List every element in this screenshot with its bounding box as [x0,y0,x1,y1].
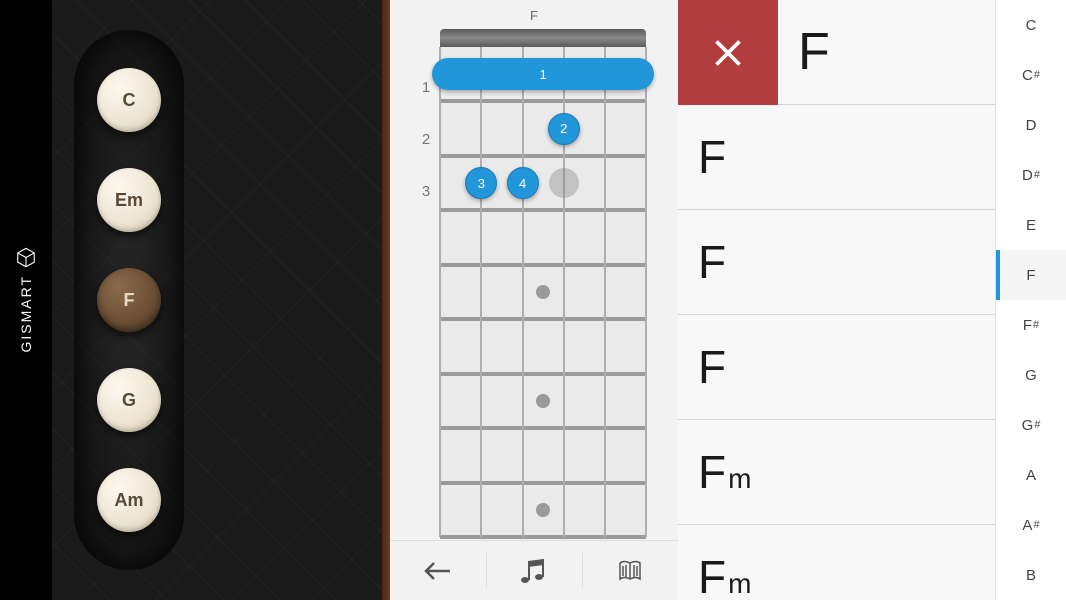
fret-line [440,99,646,103]
root-note-csharp[interactable]: C# [996,50,1066,100]
root-note-e[interactable]: E [996,200,1066,250]
fret-marker [536,285,550,299]
close-button[interactable] [678,0,778,105]
fret-line [440,208,646,212]
root-note-c[interactable]: C [996,0,1066,50]
brand-rail: GISMART [0,0,52,600]
chord-peg-holder: C Em FG Am [74,30,184,570]
fretboard-wrap: 123 1234 [422,29,646,537]
root-note-fsharp[interactable]: F# [996,300,1066,350]
finger-dot: 3 [465,167,497,199]
fret-line [440,535,646,539]
finger-dot: 4 [507,167,539,199]
chord-peg-c[interactable]: C [97,68,161,132]
root-note-gsharp[interactable]: G# [996,400,1066,450]
fretboard-body: 1234 [440,47,646,537]
string-line [439,47,441,537]
chord-diagram-panel: F 123 1234 [390,0,678,600]
variation-item[interactable]: F [678,105,995,210]
variation-item[interactable]: F [678,210,995,315]
variations-list: FFFFmFm [678,105,995,600]
root-note-a[interactable]: A [996,450,1066,500]
variation-item[interactable]: Fm [678,420,995,525]
diagram-toolbar [390,540,678,600]
string-line [522,47,524,537]
fret-number: 2 [422,113,430,165]
variation-item[interactable]: Fm [678,525,995,600]
root-note-panel: CC#DD#EFF#GG#AA#B [995,0,1066,600]
fret-number: 1 [422,61,430,113]
play-sound-button[interactable] [486,541,582,600]
chord-name-label: F [530,8,538,23]
fretboard-nut [440,29,646,47]
back-button[interactable] [390,541,486,600]
root-note-b[interactable]: B [996,550,1066,600]
fret-marker [536,394,550,408]
root-note-d[interactable]: D [996,100,1066,150]
chord-selector-panel: C Em FG Am [52,0,390,600]
finger-dot: 2 [548,113,580,145]
close-icon [706,31,750,75]
root-note-dsharp[interactable]: D# [996,150,1066,200]
chord-peg-g[interactable]: G [97,368,161,432]
chord-peg-f[interactable]: F [97,268,161,332]
fret-line [440,372,646,376]
fret-marker [536,503,550,517]
chord-peg-em[interactable]: Em [97,168,161,232]
selected-root-label: F [778,0,995,104]
chord-variations-panel: F FFFFmFm [678,0,995,600]
string-line [645,47,647,537]
chord-library-button[interactable] [582,541,678,600]
fretboard: 1234 [440,29,646,537]
brand-icon [15,247,37,269]
root-note-f[interactable]: F [996,250,1066,300]
brand-text: GISMART [18,275,34,353]
fret-line [440,154,646,158]
fret-line [440,481,646,485]
fret-line [440,263,646,267]
chord-book-icon [616,557,644,585]
barre-indicator: 1 [432,58,654,90]
music-note-icon [519,557,549,585]
string-line [604,47,606,537]
string-line [480,47,482,537]
fret-line [440,426,646,430]
variations-header: F [678,0,995,105]
chord-peg-am[interactable]: Am [97,468,161,532]
fret-number: 3 [422,165,430,217]
finger-shadow [549,168,579,198]
back-icon [422,559,454,583]
fret-line [440,317,646,321]
variation-item[interactable]: F [678,315,995,420]
diagram-area: F 123 1234 [390,0,678,540]
brand-logo: GISMART [15,247,37,353]
root-note-asharp[interactable]: A# [996,500,1066,550]
root-note-g[interactable]: G [996,350,1066,400]
fret-number-column: 123 [422,61,430,217]
